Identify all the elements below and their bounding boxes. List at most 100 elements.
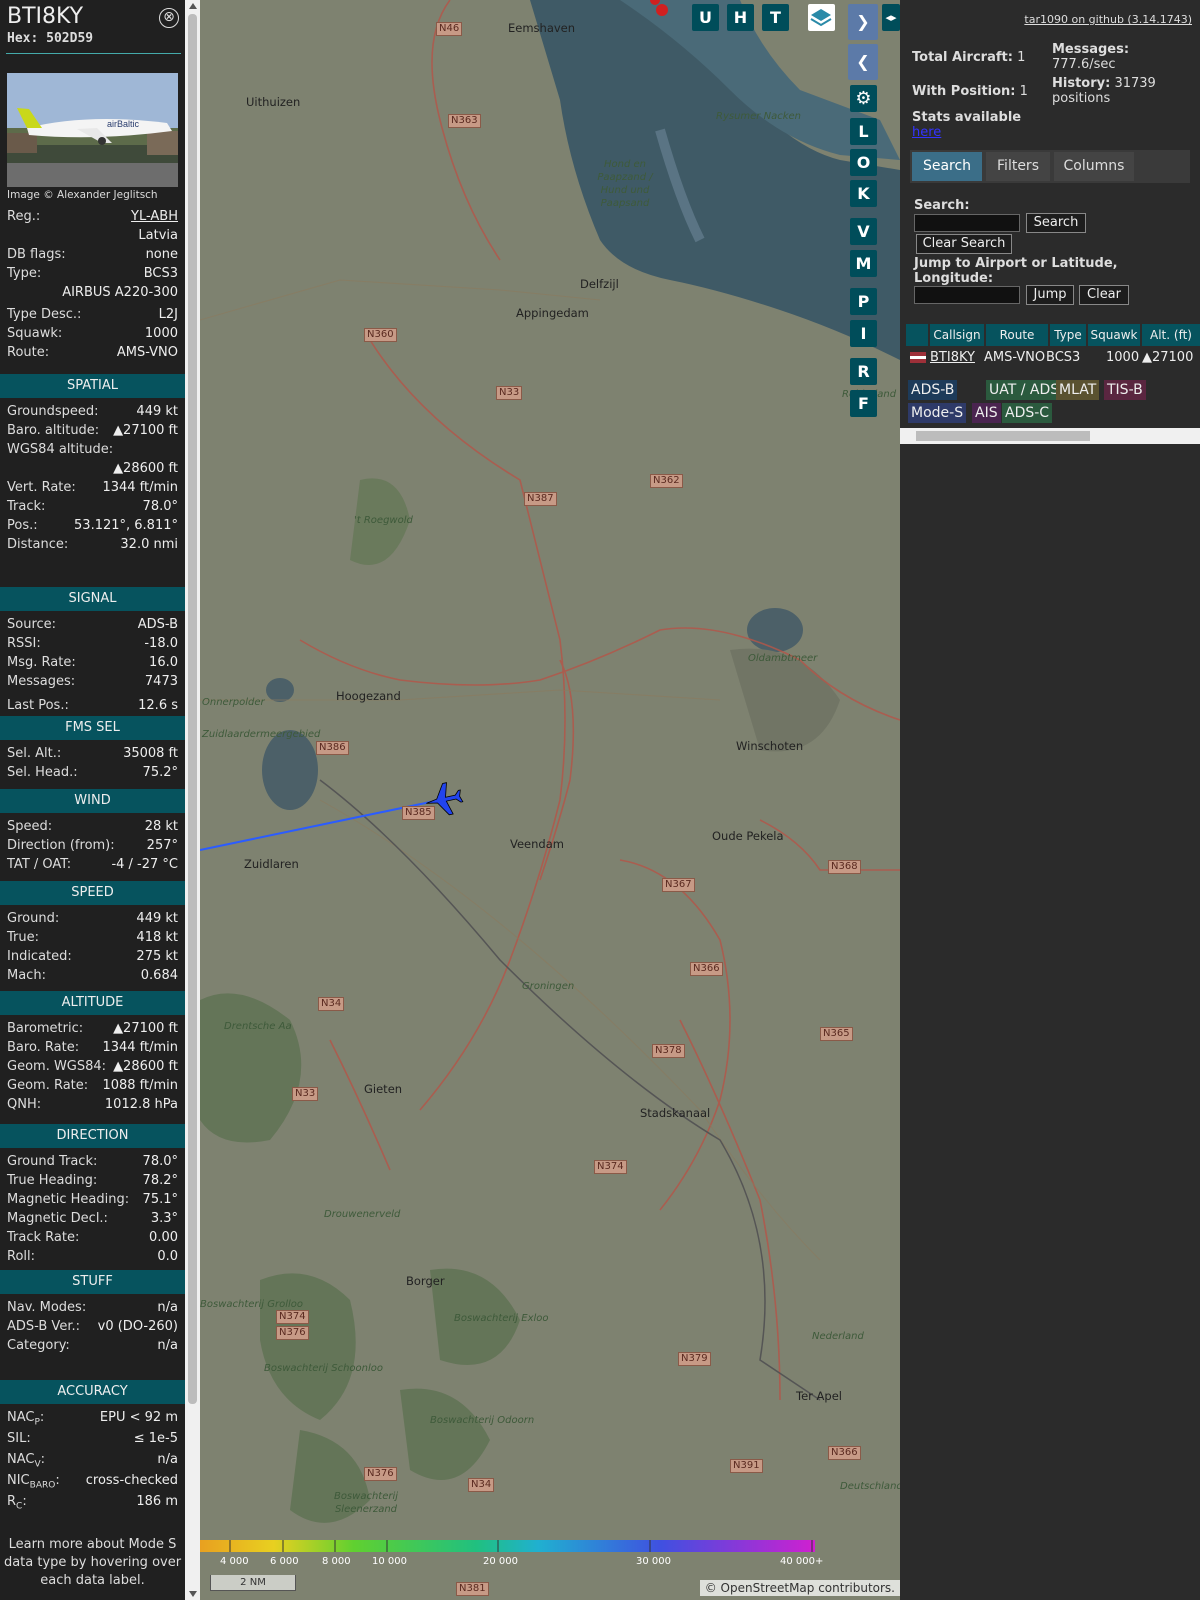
colorbar-label: 8 000 xyxy=(322,1556,351,1567)
map-attribution[interactable]: © OpenStreetMap contributors. xyxy=(699,1580,900,1596)
place-label: Nederland xyxy=(812,1331,864,1342)
jump-button[interactable]: Jump xyxy=(1026,285,1074,305)
colorbar-label: 10 000 xyxy=(372,1556,407,1567)
search-button[interactable]: Search xyxy=(1026,213,1086,233)
field-value: ▲27100 ft xyxy=(113,423,178,438)
section-header-fms-sel[interactable]: FMS SEL xyxy=(0,716,185,740)
field-row: ▲28600 ft xyxy=(7,460,178,478)
map-btn-i[interactable]: I xyxy=(850,320,877,347)
place-label: Gieten xyxy=(364,1082,403,1096)
info-panel-scrollbar[interactable] xyxy=(185,0,200,1600)
road-shield: N386 xyxy=(316,741,349,755)
jump-input[interactable] xyxy=(914,286,1020,304)
map-view[interactable]: Uithuizen Eemshaven Delfzijl Appingedam Hoog… xyxy=(200,0,900,1600)
place-label: Oude Pekela xyxy=(712,829,784,843)
place-label: Hond en Paapzand / Hund und Paapsand xyxy=(597,159,653,209)
section-header-altitude[interactable]: ALTITUDE xyxy=(0,991,185,1015)
livery-text: airBaltic xyxy=(107,119,140,129)
road-shield: N363 xyxy=(448,114,481,128)
map-btn-v[interactable]: V xyxy=(850,218,877,245)
source-badge-mlat[interactable]: MLAT xyxy=(1056,380,1100,400)
col-altitude[interactable]: Alt. (ft) xyxy=(1142,324,1200,346)
section-header-stuff[interactable]: STUFF xyxy=(0,1270,185,1294)
road-shield: N366 xyxy=(690,962,723,976)
field-row: Ground Track: 78.0° xyxy=(7,1153,178,1171)
field-value: 0.684 xyxy=(140,968,178,983)
section-header-accuracy[interactable]: ACCURACY xyxy=(0,1380,185,1404)
search-input[interactable] xyxy=(914,214,1020,232)
tab-search[interactable]: Search xyxy=(912,152,982,181)
row-type: BCS3 xyxy=(1046,350,1081,365)
tab-bar: Search Filters Columns xyxy=(910,150,1190,183)
map-btn-k[interactable]: K xyxy=(850,180,877,207)
section-header-spatial[interactable]: SPATIAL xyxy=(0,374,185,398)
col-flag[interactable] xyxy=(906,324,928,346)
map-btn-r[interactable]: R xyxy=(850,358,877,385)
field-value: 7473 xyxy=(144,674,178,689)
field-value: 1344 ft/min xyxy=(102,480,178,495)
field-value: ≤ 1e-5 xyxy=(133,1431,178,1446)
tab-filters[interactable]: Filters xyxy=(986,152,1050,181)
place-label: Stadskanaal xyxy=(640,1106,711,1120)
map-btn-o[interactable]: O xyxy=(850,149,877,176)
field-value: 1012.8 hPa xyxy=(104,1097,178,1112)
source-badge-ads-b[interactable]: ADS-B xyxy=(908,380,958,400)
toggle-sidebar-icon[interactable]: ◂▸ xyxy=(882,4,900,31)
col-route[interactable]: Route xyxy=(986,324,1048,346)
table-scrollbar[interactable] xyxy=(900,428,1200,444)
map-btn-t[interactable]: T xyxy=(762,4,789,31)
field-value: 3.3° xyxy=(150,1211,178,1226)
field-row: Last Pos.: 12.6 s xyxy=(7,697,178,715)
field-label: NICBARO: xyxy=(7,1473,60,1491)
info-value[interactable]: YL-ABH xyxy=(131,208,178,226)
field-value: 1088 ft/min xyxy=(102,1078,178,1093)
place-label: Uithuizen xyxy=(246,95,301,109)
field-value: n/a xyxy=(157,1452,178,1467)
col-callsign[interactable]: Callsign xyxy=(930,324,984,346)
source-badge-ais[interactable]: AIS xyxy=(972,403,1001,423)
field-row: Baro. Rate: 1344 ft/min xyxy=(7,1039,178,1057)
history-count: History: 31739 positions xyxy=(1052,76,1156,106)
jump-label: Jump to Airport or Latitude, Longitude: xyxy=(914,256,1118,286)
section-header-speed[interactable]: SPEED xyxy=(0,881,185,905)
colorbar-label: 40 000+ xyxy=(780,1556,824,1567)
map-btn-h[interactable]: H xyxy=(727,4,754,31)
flag-latvia-icon xyxy=(910,352,926,363)
section-header-signal[interactable]: SIGNAL xyxy=(0,587,185,611)
clear-search-button[interactable]: Clear Search xyxy=(916,234,1012,254)
github-link[interactable]: tar1090 on github (3.14.1743) xyxy=(1024,12,1192,27)
section-header-direction[interactable]: DIRECTION xyxy=(0,1124,185,1148)
row-callsign[interactable]: BTI8KY xyxy=(930,350,975,366)
field-value: 0.00 xyxy=(149,1230,178,1245)
tab-columns[interactable]: Columns xyxy=(1054,152,1134,181)
map-btn-u[interactable]: U xyxy=(692,4,719,31)
prev-aircraft-icon[interactable]: ❮ xyxy=(848,44,878,80)
road-shield: N365 xyxy=(820,1027,853,1041)
place-label: Hoogezand xyxy=(336,689,401,703)
settings-gear-icon[interactable]: ⚙ xyxy=(850,85,877,112)
col-squawk[interactable]: Squawk xyxy=(1088,324,1140,346)
source-badge-ads-c[interactable]: ADS-C xyxy=(1002,403,1053,423)
map-btn-p[interactable]: P xyxy=(850,288,877,315)
stats-link[interactable]: here xyxy=(912,125,941,140)
place-label: Ter Apel xyxy=(796,1389,842,1403)
layers-icon[interactable] xyxy=(808,4,835,31)
col-type[interactable]: Type xyxy=(1050,324,1086,346)
map-btn-f[interactable]: F xyxy=(850,390,877,417)
section-header-wind[interactable]: WIND xyxy=(0,789,185,813)
next-aircraft-icon[interactable]: ❯ xyxy=(848,4,878,40)
clear-jump-button[interactable]: Clear xyxy=(1079,285,1129,305)
field-value: -4 / -27 °C xyxy=(111,857,178,872)
info-label: Squawk: xyxy=(7,326,63,341)
field-label: Geom. WGS84: xyxy=(7,1059,107,1074)
map-btn-l[interactable]: L xyxy=(850,118,877,145)
field-label: Baro. Rate: xyxy=(7,1040,80,1055)
map-btn-m[interactable]: M xyxy=(850,250,877,277)
source-badge-tis-b[interactable]: TIS-B xyxy=(1104,380,1146,400)
aircraft-photo[interactable]: airBaltic xyxy=(7,73,178,187)
close-icon[interactable]: ⊗ xyxy=(159,8,179,28)
info-row: Squawk: 1000 xyxy=(7,325,178,343)
field-row: Track: 78.0° xyxy=(7,498,178,516)
source-badge-mode-s[interactable]: Mode-S xyxy=(908,403,967,423)
field-label: Mach: xyxy=(7,968,46,983)
